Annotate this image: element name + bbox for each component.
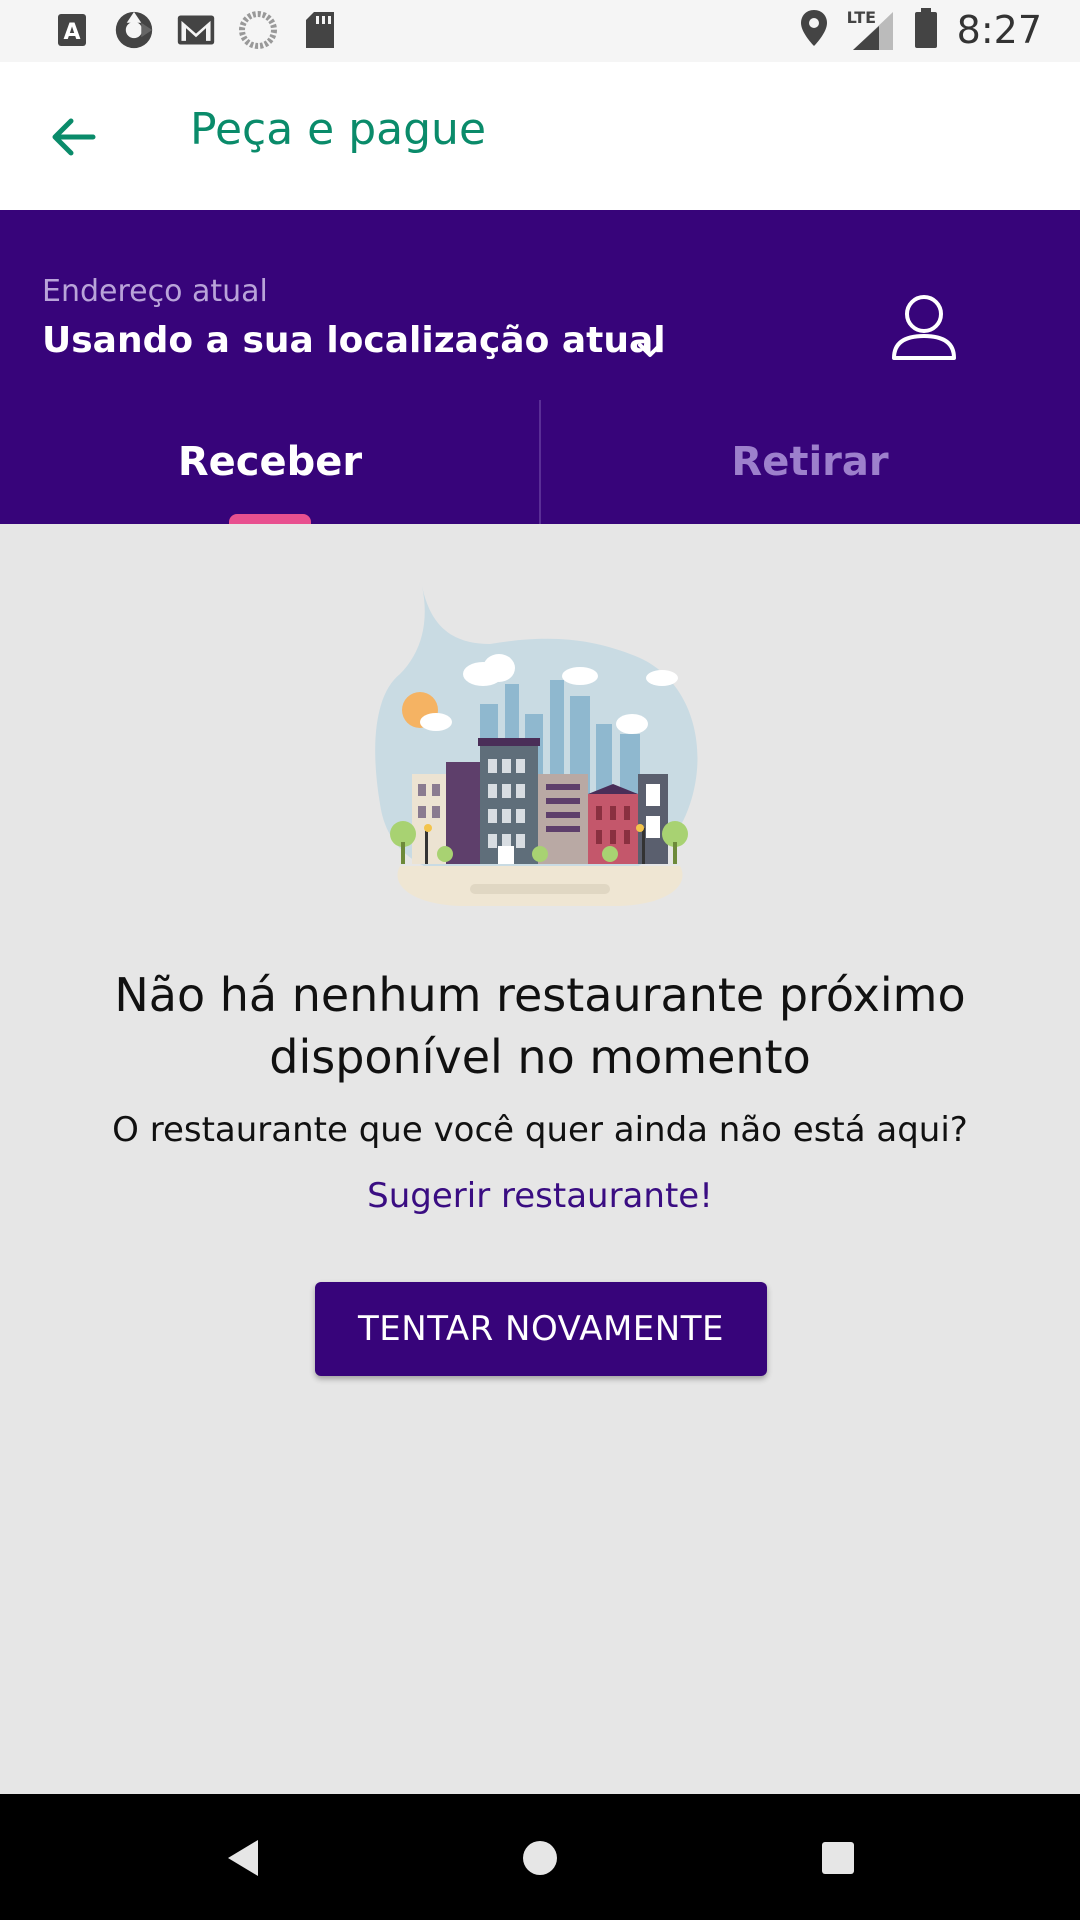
empty-state-title: Não há nenhum restaurante próximo dispon… — [114, 968, 966, 1084]
tab-label: Retirar — [731, 439, 889, 485]
battery-icon — [913, 6, 939, 54]
camera-shutter-icon — [114, 8, 154, 52]
system-navigation-bar — [0, 1794, 1080, 1920]
back-button[interactable] — [40, 104, 106, 170]
tab-label: Receber — [177, 439, 363, 485]
empty-state-subtitle: O restaurante que você quer ainda não es… — [112, 1110, 968, 1150]
empty-state: Não há nenhum restaurante próximo dispon… — [0, 524, 1080, 1794]
status-bar: A LTE 8:27 — [0, 0, 1080, 62]
nav-home-button[interactable] — [512, 1830, 568, 1886]
clock: 8:27 — [956, 8, 1042, 52]
network-type-label: LTE — [846, 8, 877, 27]
app-bar: Peça e pague — [0, 62, 1080, 210]
profile-button[interactable] — [884, 290, 964, 370]
tab-retirar[interactable]: Retirar — [540, 400, 1080, 524]
address-label: Endereço atual — [42, 274, 268, 309]
gmail-icon — [176, 8, 216, 52]
tab-receber[interactable]: Receber — [0, 400, 540, 524]
active-tab-indicator — [229, 514, 311, 524]
address-header: Endereço atual Usando a sua localização … — [0, 210, 1080, 524]
arrow-left-icon — [52, 118, 96, 156]
address-selector[interactable]: Usando a sua localização atual — [42, 320, 666, 361]
page-title: Peça e pague — [190, 104, 487, 155]
city-buildings-illustration — [370, 584, 710, 944]
signal-icon: LTE — [847, 8, 895, 52]
nav-recents-button[interactable] — [810, 1830, 866, 1886]
user-icon — [892, 295, 956, 360]
chevron-down-icon[interactable] — [632, 332, 668, 368]
recents-square-icon — [822, 1842, 854, 1874]
suggest-restaurant-link[interactable]: Sugerir restaurante! — [60, 1176, 1020, 1216]
notification-icons: A — [52, 8, 340, 52]
nav-back-button[interactable] — [214, 1830, 270, 1886]
sd-card-icon — [300, 8, 340, 52]
circle-progress-icon — [238, 8, 278, 52]
location-icon — [799, 8, 829, 52]
back-triangle-icon — [228, 1840, 258, 1876]
text-a-icon: A — [52, 8, 92, 52]
svg-text:A: A — [63, 20, 80, 45]
tab-divider — [539, 400, 541, 524]
system-status-icons: LTE 8:27 — [799, 6, 1042, 54]
home-circle-icon — [523, 1841, 557, 1875]
retry-button[interactable]: TENTAR NOVAMENTE — [315, 1282, 767, 1376]
